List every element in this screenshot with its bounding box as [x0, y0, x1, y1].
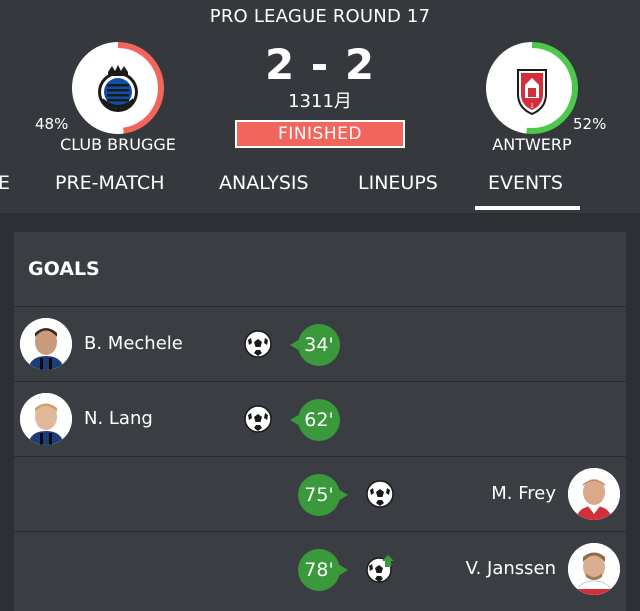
goal-event-row[interactable]: B. Mechele 34'	[14, 306, 626, 381]
goal-minute: 34'	[290, 324, 340, 366]
penalty-ball-icon	[366, 555, 394, 583]
tab-analysis[interactable]: ANALYSIS	[219, 172, 309, 194]
avatar	[568, 468, 620, 520]
tab-events[interactable]: EVENTS	[488, 172, 563, 194]
svg-text:1: 1	[530, 103, 534, 110]
away-team-name[interactable]: ANTWERP	[462, 135, 602, 154]
club-brugge-crest-icon[interactable]	[88, 58, 148, 118]
avatar	[20, 318, 72, 370]
match-date: 1311月	[288, 91, 352, 112]
goal-minute: 78'	[298, 549, 348, 591]
status-badge: FINISHED	[235, 120, 405, 148]
avatar	[20, 393, 72, 445]
football-icon	[244, 405, 272, 433]
goal-event-row[interactable]: 78' V. Janssen	[14, 531, 626, 606]
goals-card: GOALS B. Mechele 34' N. Lang 62' 75' M. …	[14, 232, 626, 611]
tab-pre-match[interactable]: PRE-MATCH	[55, 172, 164, 194]
player-name[interactable]: N. Lang	[84, 408, 153, 429]
goal-minute: 75'	[298, 474, 348, 516]
goal-minute: 62'	[290, 399, 340, 441]
goal-event-row[interactable]: N. Lang 62'	[14, 381, 626, 456]
home-team-name[interactable]: CLUB BRUGGE	[48, 135, 188, 154]
antwerp-crest-icon[interactable]: 1	[502, 58, 562, 118]
player-name[interactable]: M. Frey	[491, 483, 556, 504]
tab-lineups[interactable]: LINEUPS	[358, 172, 438, 194]
round-title: PRO LEAGUE ROUND 17	[209, 6, 431, 27]
goals-title: GOALS	[28, 258, 100, 280]
tab-partial[interactable]: E	[0, 172, 10, 194]
away-possession: 52%	[573, 115, 607, 133]
football-icon	[244, 330, 272, 358]
player-name[interactable]: V. Janssen	[466, 558, 556, 579]
player-name[interactable]: B. Mechele	[84, 333, 183, 354]
football-icon	[366, 480, 394, 508]
active-tab-indicator	[475, 206, 580, 210]
match-header: PRO LEAGUE ROUND 17 48% CLUB BRUGGE 2 - …	[0, 0, 640, 213]
home-possession: 48%	[35, 115, 69, 133]
match-score: 2 - 2	[264, 40, 376, 89]
avatar	[568, 543, 620, 595]
goal-event-row[interactable]: 75' M. Frey	[14, 456, 626, 531]
